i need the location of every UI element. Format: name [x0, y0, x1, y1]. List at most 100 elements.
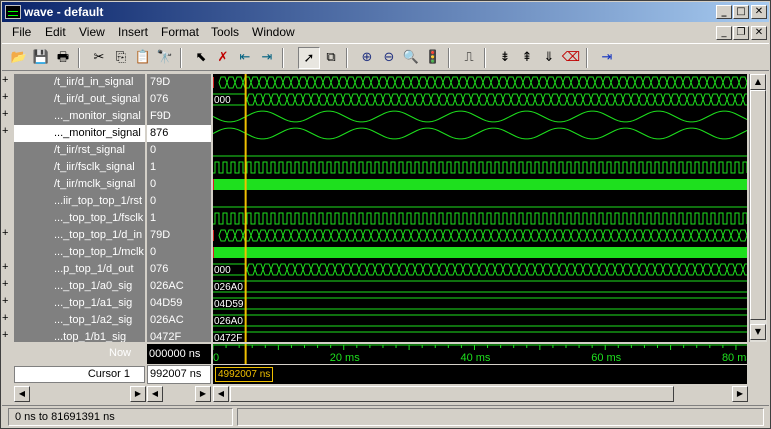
zoom-full-icon[interactable]: 🔍: [400, 47, 422, 69]
signal-row[interactable]: ...iir_top_top_1/rst: [14, 193, 145, 210]
menu-format[interactable]: Format: [161, 25, 199, 39]
signal-value-row[interactable]: F9D: [147, 108, 211, 125]
menu-bar: File Edit View Insert Format Tools Windo…: [2, 23, 769, 42]
menu-insert[interactable]: Insert: [118, 25, 148, 39]
menu-view[interactable]: View: [79, 25, 105, 39]
zoom-area-icon[interactable]: ⧉: [320, 47, 342, 69]
signal-row[interactable]: ...top_1/b1_sig: [14, 329, 145, 342]
signal-value-row[interactable]: 1: [147, 159, 211, 176]
close-button[interactable]: ✕: [751, 5, 767, 19]
wave-window: wave - default _ □ ✕ File Edit View Inse…: [0, 0, 771, 429]
wave-app-icon[interactable]: [5, 5, 21, 19]
signal-value: 1: [150, 212, 157, 224]
values-scroll-left-button[interactable]: ◀: [147, 386, 163, 402]
wave-scroll-right-button[interactable]: ▶: [732, 386, 748, 402]
print-icon[interactable]: 🖶: [52, 47, 74, 69]
prev-edge-icon[interactable]: ⇞: [516, 47, 538, 69]
next-edge-icon[interactable]: ⇟: [494, 47, 516, 69]
toolbar: 📂 💾 🖶 ✂ ⎘ 📋 🔭 ⬉ ✗ ⇤ ⇥ ➚ ⧉ ⊕ ⊖ 🔍 🚦 ⎍ ⇟ ⇞ …: [2, 43, 769, 71]
signal-value-row[interactable]: 026AC: [147, 312, 211, 329]
values-scroll-right-button[interactable]: ▶: [195, 386, 211, 402]
signal-names-pane[interactable]: /t_iir/d_in_signal/t_iir/d_out_signal...…: [14, 74, 145, 342]
signal-value-row[interactable]: 79D: [147, 227, 211, 244]
signal-row[interactable]: ..._monitor_signal: [14, 125, 145, 142]
signal-row[interactable]: /t_iir/rst_signal: [14, 142, 145, 159]
signal-value-row[interactable]: 0: [147, 142, 211, 159]
vertical-scroll-thumb[interactable]: [750, 90, 766, 320]
cut-icon[interactable]: ✂: [88, 47, 110, 69]
signal-row[interactable]: ..._top_top_1/fsclk: [14, 210, 145, 227]
insert-left-icon[interactable]: ⇤: [234, 47, 256, 69]
waveform-canvas[interactable]: 000 000 026A0 04D59 026A0 0472F: [213, 74, 747, 342]
waveform-trace: [213, 110, 747, 123]
insert-right-icon[interactable]: ⇥: [256, 47, 278, 69]
cursor-time-tag[interactable]: 4992007 ns: [215, 367, 274, 382]
names-scroll-left-button[interactable]: ◀: [14, 386, 30, 402]
signal-value-row[interactable]: 076: [147, 261, 211, 278]
signal-row[interactable]: ..._top_top_1/mclk: [14, 244, 145, 261]
signal-value-row[interactable]: 076: [147, 91, 211, 108]
wave-scroll-thumb[interactable]: [230, 386, 674, 402]
pointer-icon[interactable]: ➚: [298, 47, 320, 69]
signal-row[interactable]: ...p_top_1/d_out: [14, 261, 145, 278]
mdi-minimize-button[interactable]: _: [716, 26, 732, 40]
delete-icon[interactable]: ✗: [212, 47, 234, 69]
signal-row[interactable]: /t_iir/d_in_signal: [14, 74, 145, 91]
waveform-trace: 026A0: [213, 314, 747, 327]
copy-icon[interactable]: ⎘: [110, 47, 132, 69]
maximize-button[interactable]: □: [733, 5, 749, 19]
signal-values-pane[interactable]: 79D 076 F9D 876 0 1 0 0 1 79D 0 076 026AC 04D59 026AC 0…: [147, 74, 211, 342]
select-icon[interactable]: ⬉: [190, 47, 212, 69]
signal-name: /t_iir/fsclk_signal: [54, 161, 135, 173]
paste-icon[interactable]: 📋: [132, 47, 154, 69]
signal-row[interactable]: /t_iir/d_out_signal: [14, 91, 145, 108]
signal-value-row[interactable]: 0: [147, 193, 211, 210]
waveform-pane[interactable]: 000 000 026A0 04D59 026A0 0472F: [213, 74, 747, 342]
menu-tools[interactable]: Tools: [211, 25, 239, 39]
zoom-in-icon[interactable]: ⊕: [356, 47, 378, 69]
signal-value-row[interactable]: 04D59: [147, 295, 211, 312]
signal-row[interactable]: ..._top_1/a2_sig: [14, 312, 145, 329]
mdi-close-button[interactable]: ✕: [751, 26, 767, 40]
signal-value: 1: [150, 161, 157, 173]
find-edge-icon[interactable]: ⎍: [458, 47, 480, 69]
menu-edit[interactable]: Edit: [45, 25, 66, 39]
signal-value-row[interactable]: 0: [147, 176, 211, 193]
cursor-label[interactable]: Cursor 1: [14, 366, 145, 383]
save-icon[interactable]: 💾: [30, 47, 52, 69]
waveform-trace: [213, 76, 747, 89]
open-folder-icon[interactable]: 📂: [8, 47, 30, 69]
traffic-light-icon[interactable]: 🚦: [422, 47, 444, 69]
scroll-down-button[interactable]: ▼: [750, 324, 766, 340]
menu-file[interactable]: File: [12, 25, 31, 39]
mdi-restore-button[interactable]: ❐: [733, 26, 749, 40]
signal-name: ...top_1/b1_sig: [54, 331, 127, 342]
signal-row[interactable]: ..._monitor_signal: [14, 108, 145, 125]
signal-value-row[interactable]: 876: [147, 125, 211, 142]
minimize-button[interactable]: _: [716, 5, 732, 19]
signal-row[interactable]: ..._top_top_1/d_in: [14, 227, 145, 244]
signal-value: 79D: [150, 76, 171, 88]
signal-value-row[interactable]: 026AC: [147, 278, 211, 295]
zoom-out-icon[interactable]: ⊖: [378, 47, 400, 69]
vertical-scrollbar[interactable]: ▲ ▼: [749, 74, 767, 342]
goto-cursor-icon[interactable]: ⇥: [596, 47, 618, 69]
menu-window[interactable]: Window: [252, 25, 295, 39]
signal-value-row[interactable]: 79D: [147, 74, 211, 91]
find-value-icon[interactable]: ⇓: [538, 47, 560, 69]
waveform-trace: [213, 212, 747, 225]
signal-row[interactable]: /t_iir/mclk_signal: [14, 176, 145, 193]
names-scroll-right-button[interactable]: ▶: [130, 386, 146, 402]
find-icon[interactable]: 🔭: [154, 47, 176, 69]
delete-marker-icon[interactable]: ⌫: [560, 47, 582, 69]
signal-value-row[interactable]: 1: [147, 210, 211, 227]
signal-row[interactable]: ..._top_1/a1_sig: [14, 295, 145, 312]
title-bar[interactable]: wave - default _ □ ✕: [2, 2, 769, 22]
signal-row[interactable]: ..._top_1/a0_sig: [14, 278, 145, 295]
cursor-axis[interactable]: [213, 365, 747, 384]
scroll-up-button[interactable]: ▲: [750, 74, 766, 90]
signal-row[interactable]: /t_iir/fsclk_signal: [14, 159, 145, 176]
signal-value-row[interactable]: 0: [147, 244, 211, 261]
wave-scroll-left-button[interactable]: ◀: [213, 386, 229, 402]
signal-value-row[interactable]: 0472F: [147, 329, 211, 342]
